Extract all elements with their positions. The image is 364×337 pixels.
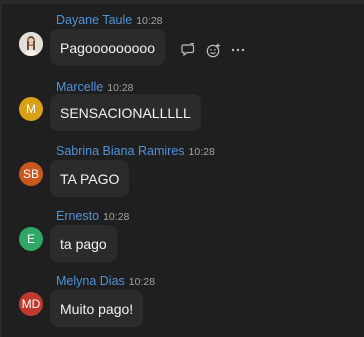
timestamp: 10:28 (107, 82, 134, 94)
timestamp: 10:28 (128, 276, 156, 288)
message-hover-actions (180, 42, 246, 58)
author-name[interactable]: Marcelle (56, 80, 103, 94)
timestamp: 10:28 (103, 211, 130, 223)
more-options-icon[interactable] (230, 42, 246, 58)
message-bubble[interactable]: Muito pago! (50, 290, 144, 327)
message-meta: Ernesto 10:28 (56, 209, 129, 223)
message-meta: Melyna Dias 10:28 (56, 274, 155, 288)
message-text: Muito pago! (60, 300, 134, 317)
message-bubble[interactable]: Pagooooooooo (50, 29, 165, 66)
avatar[interactable] (19, 32, 43, 56)
reply-in-thread-icon[interactable] (180, 42, 196, 58)
user-photo-icon (19, 32, 43, 56)
avatar-initials: E (26, 232, 35, 246)
message-meta: Marcelle 10:28 (56, 80, 134, 94)
avatar-initials: SB (22, 167, 39, 181)
add-reaction-icon[interactable] (205, 42, 221, 58)
message-text: TA PAGO (60, 170, 120, 187)
message-bubble[interactable]: TA PAGO (50, 160, 130, 197)
author-name[interactable]: Ernesto (56, 209, 99, 223)
author-name[interactable]: Melyna Dias (56, 274, 125, 288)
message-text: SENSACIONALLLLL (60, 104, 191, 121)
avatar-initials: M (26, 102, 36, 116)
timestamp: 10:28 (188, 146, 215, 158)
avatar[interactable]: MD (19, 292, 43, 316)
author-name[interactable]: Dayane Taule (56, 13, 132, 27)
message-text: Pagooooooooo (60, 39, 155, 56)
message-bubble[interactable]: SENSACIONALLLLL (50, 94, 201, 131)
message-bubble[interactable]: ta pago (50, 225, 117, 262)
left-edge (0, 0, 2, 337)
message-meta: Sabrina Biana Ramires 10:28 (56, 144, 215, 158)
avatar[interactable]: E (19, 227, 43, 251)
timestamp: 10:28 (136, 15, 163, 27)
message-meta: Dayane Taule 10:28 (56, 13, 163, 27)
message-text: ta pago (60, 235, 107, 252)
avatar[interactable]: M (19, 97, 43, 121)
avatar-initials: MD (21, 297, 41, 311)
avatar[interactable]: SB (19, 162, 43, 186)
author-name[interactable]: Sabrina Biana Ramires (56, 144, 185, 158)
top-divider (0, 0, 364, 4)
